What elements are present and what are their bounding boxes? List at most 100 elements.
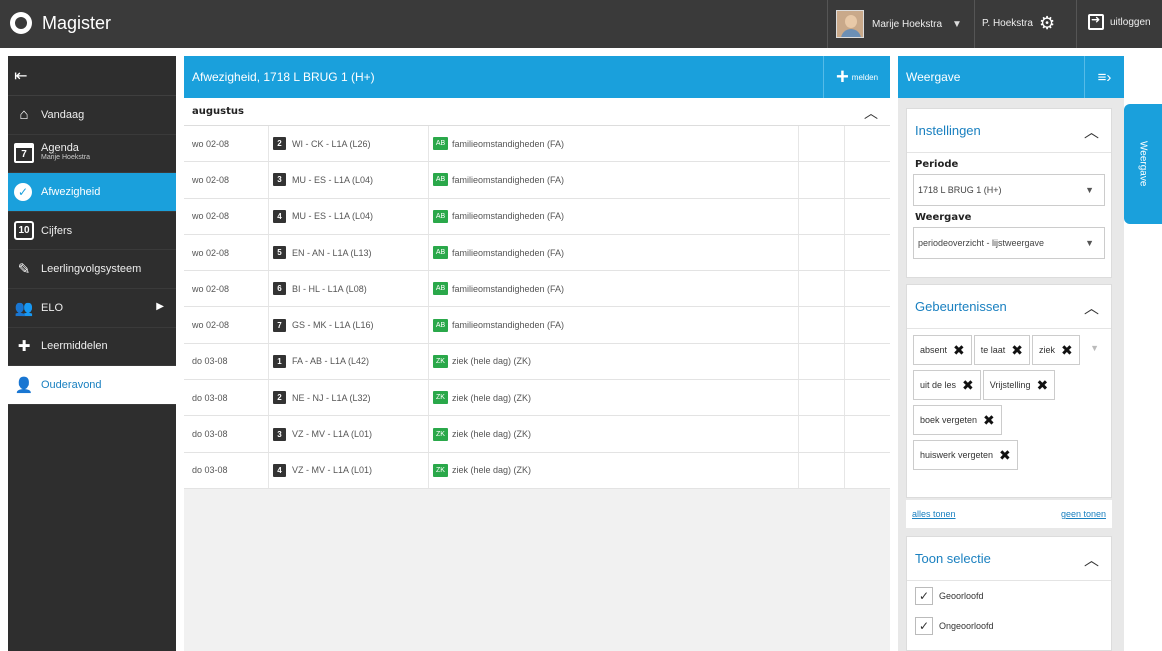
absence-code-badge: ZK: [433, 463, 448, 477]
lesson-hour-badge: 4: [273, 463, 286, 477]
table-row[interactable]: wo 02-08 2 WI - CK - L1A (L26) AB familieoms…: [184, 126, 890, 163]
reason-label: ziek (hele dag) (ZK): [452, 356, 532, 367]
table-row[interactable]: do 03-08 2 NE - NJ - L1A (L32) ZK ziek (hele…: [184, 380, 890, 417]
checkbox-checked-icon[interactable]: ✓: [915, 617, 933, 635]
check-circle-icon: ✓: [14, 182, 32, 201]
geoorloofd-option[interactable]: ✓ Geoorloofd: [907, 581, 1111, 611]
month-group-header[interactable]: augustus ︿: [184, 98, 890, 126]
caret-down-icon: ▼: [1085, 185, 1094, 195]
row-date: wo 02-08: [192, 247, 230, 258]
caret-down-icon: ▼: [952, 18, 962, 30]
sidebar-item-leermiddelen[interactable]: ✚ Leermiddelen: [8, 328, 176, 367]
gebeurtenissen-header[interactable]: Gebeurtenissen ︿: [907, 285, 1111, 329]
sidebar-item-sublabel: Marije Hoekstra: [41, 154, 91, 162]
row-lesson: 7 GS - MK - L1A (L16): [268, 307, 428, 343]
periode-select[interactable]: 1718 L BRUG 1 (H+) ▼: [913, 174, 1105, 206]
row-reason: AB familieomstandigheden (FA): [428, 234, 798, 271]
gebeurtenissen-card: Gebeurtenissen ︿ absent ✖ te laat ✖ ziek ✖ uit…: [906, 284, 1112, 498]
absence-list: wo 02-08 2 WI - CK - L1A (L26) AB familieoms…: [184, 126, 890, 489]
row-reason: AB familieomstandigheden (FA): [428, 307, 798, 343]
chevron-up-icon[interactable]: ︿: [1084, 297, 1099, 318]
chevron-up-icon[interactable]: ︿: [1084, 549, 1099, 570]
event-tag-label: absent: [920, 345, 948, 355]
divider: [974, 0, 975, 48]
sidebar-item-label: Cijfers: [41, 224, 73, 237]
table-row[interactable]: do 03-08 1 FA - AB - L1A (L42) ZK ziek (hele…: [184, 343, 890, 381]
table-row[interactable]: wo 02-08 6 BI - HL - L1A (L08) AB familieoms…: [184, 271, 890, 308]
remove-tag-icon[interactable]: ✖: [1036, 377, 1048, 394]
melden-button[interactable]: + melden: [823, 56, 890, 98]
remove-tag-icon[interactable]: ✖: [962, 377, 974, 394]
row-extra-cell: [844, 198, 890, 234]
ongeoorloofd-option[interactable]: ✓ Ongeoorloofd: [907, 611, 1111, 641]
row-date: wo 02-08: [192, 211, 230, 222]
table-row[interactable]: wo 02-08 4 MU - ES - L1A (L04) AB familieoms…: [184, 198, 890, 235]
sidebar-item-ouderavond[interactable]: 👤 Ouderavond: [8, 366, 176, 405]
row-extra-cell: [798, 198, 844, 234]
remove-tag-icon[interactable]: ✖: [983, 412, 995, 429]
puzzle-icon: ✚: [17, 338, 31, 356]
row-extra-cell: [798, 452, 844, 488]
lesson-label: GS - MK - L1A (L16): [292, 320, 374, 331]
chevron-up-icon[interactable]: ︿: [864, 103, 878, 123]
brand[interactable]: Magister: [10, 12, 111, 34]
weergave-select[interactable]: periodeoverzicht - lijstweergave ▼: [913, 227, 1105, 259]
sidebar-item-label: Leerlingvolgsysteem: [41, 263, 142, 276]
checkbox-checked-icon[interactable]: ✓: [915, 587, 933, 605]
filter-links: alles tonen geen tonen: [906, 500, 1112, 528]
account-settings[interactable]: P. Hoekstra ⚙: [982, 14, 1055, 32]
sidebar-item-cijfers[interactable]: 10 Cijfers: [8, 212, 176, 251]
table-row[interactable]: wo 02-08 3 MU - ES - L1A (L04) AB familieoms…: [184, 162, 890, 199]
remove-tag-icon[interactable]: ✖: [999, 447, 1011, 464]
row-extra-cell: [844, 307, 890, 343]
logout-button[interactable]: uitloggen: [1088, 13, 1151, 30]
event-tag: te laat ✖: [973, 335, 1031, 365]
sidebar-toggle[interactable]: ⇤: [8, 56, 176, 96]
table-row[interactable]: wo 02-08 7 GS - MK - L1A (L16) AB familieoms…: [184, 307, 890, 344]
row-date: wo 02-08: [192, 320, 230, 331]
absence-code-badge: AB: [433, 137, 448, 151]
avatar: [836, 10, 864, 38]
lesson-hour-badge: 5: [273, 246, 286, 260]
sidebar-item-agenda[interactable]: 7 Agenda Marije Hoekstra: [8, 135, 176, 174]
chevron-up-icon[interactable]: ︿: [1084, 121, 1099, 142]
sidebar-item-afwezigheid[interactable]: ✓ Afwezigheid: [8, 173, 176, 212]
instellingen-header[interactable]: Instellingen ︿: [907, 109, 1111, 153]
event-tag-label: Vrijstelling: [989, 380, 1031, 390]
reason-label: familieomstandigheden (FA): [452, 174, 565, 185]
sidebar-item-label: Leermiddelen: [41, 340, 108, 353]
event-tag: ziek ✖: [1032, 335, 1080, 365]
lesson-label: VZ - MV - L1A (L01): [292, 429, 373, 440]
row-reason: ZK ziek (hele dag) (ZK): [428, 416, 798, 452]
row-lesson: 4 VZ - MV - L1A (L01): [268, 452, 428, 488]
remove-tag-icon[interactable]: ✖: [953, 342, 965, 359]
app-name: Magister: [42, 12, 112, 33]
weergave-side-tab[interactable]: Weergave: [1124, 104, 1162, 224]
lesson-hour-badge: 3: [273, 427, 286, 441]
reason-label: familieomstandigheden (FA): [452, 211, 565, 222]
sidebar-item-elo[interactable]: 👥 ELO ▶: [8, 289, 176, 328]
remove-tag-icon[interactable]: ✖: [1061, 342, 1073, 359]
lesson-label: NE - NJ - L1A (L32): [292, 392, 371, 403]
row-lesson: 3 VZ - MV - L1A (L01): [268, 416, 428, 452]
sidebar-item-vandaag[interactable]: ⌂ Vandaag: [8, 96, 176, 135]
remove-tag-icon[interactable]: ✖: [1011, 342, 1023, 359]
pencil-icon: ✎: [17, 261, 31, 279]
absence-code-badge: AB: [433, 246, 448, 260]
row-date: wo 02-08: [192, 174, 230, 185]
toon-selectie-header[interactable]: Toon selectie ︿: [907, 537, 1111, 581]
panel-header: Afwezigheid, 1718 L BRUG 1 (H+) + melden: [184, 56, 890, 98]
user-switcher[interactable]: Marije Hoekstra ▼: [836, 10, 962, 38]
table-row[interactable]: wo 02-08 5 EN - AN - L1A (L13) AB familieoms…: [184, 234, 890, 272]
row-reason: ZK ziek (hele dag) (ZK): [428, 343, 798, 380]
show-all-link[interactable]: alles tonen: [912, 509, 956, 519]
table-row[interactable]: do 03-08 3 VZ - MV - L1A (L01) ZK ziek (hele…: [184, 416, 890, 453]
table-row[interactable]: do 03-08 4 VZ - MV - L1A (L01) ZK ziek (hele…: [184, 452, 890, 489]
row-extra-cell: [798, 380, 844, 416]
show-none-link[interactable]: geen tonen: [1061, 509, 1106, 519]
lesson-label: MU - ES - L1A (L04): [292, 211, 374, 222]
panel-toggle-button[interactable]: ≡›: [1084, 56, 1124, 98]
sidebar-item-leerlingvolgsysteem[interactable]: ✎ Leerlingvolgsysteem: [8, 250, 176, 289]
event-tag-label: huiswerk vergeten: [920, 450, 994, 460]
caret-down-icon[interactable]: ▼: [1090, 343, 1099, 353]
